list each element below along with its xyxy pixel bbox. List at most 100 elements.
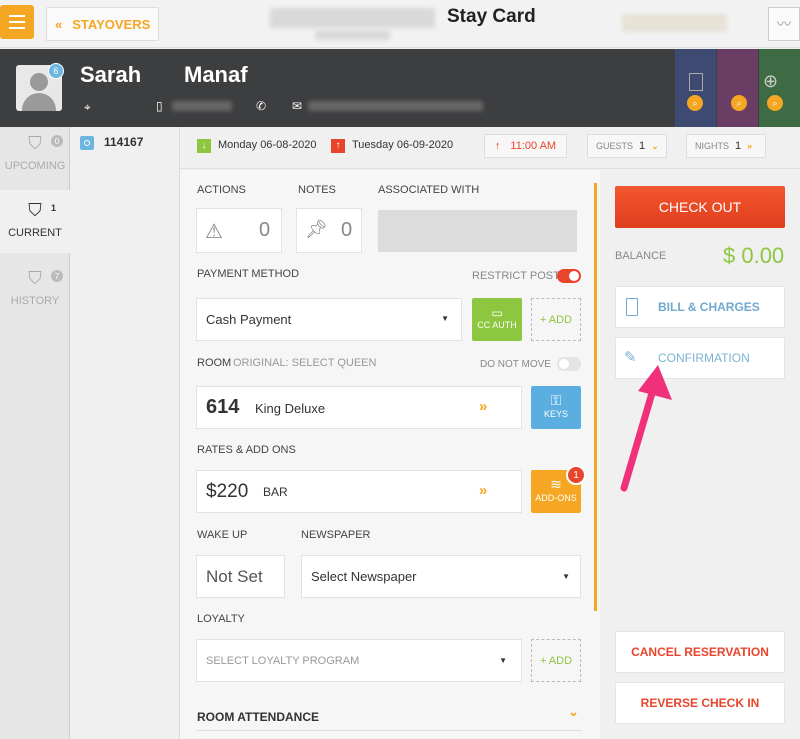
payment-method-select[interactable]: Cash Payment ▼	[196, 298, 462, 341]
wakeup-field[interactable]: Not Set	[196, 555, 285, 598]
menu-button[interactable]	[0, 5, 34, 39]
reverse-check-in-button[interactable]: REVERSE CHECK IN	[615, 682, 785, 724]
cc-auth-label: CC AUTH	[477, 320, 517, 330]
key-icon: ⚿	[550, 392, 562, 408]
user-info-redacted	[622, 14, 727, 32]
rate-amount: $220	[206, 481, 249, 502]
addons-count-badge: 1	[566, 465, 586, 485]
actions-label: ACTIONS	[197, 184, 246, 196]
arrival-arrow-icon: ↓	[197, 139, 211, 153]
globe-icon: ⊕	[763, 71, 779, 91]
mobile-phone-icon: ▯	[156, 99, 163, 113]
arrival-date[interactable]: Monday 06-08-2020	[218, 139, 316, 151]
newspaper-label: NEWSPAPER	[301, 529, 371, 541]
location-icon: ⌖	[84, 100, 91, 114]
associated-box[interactable]	[378, 210, 577, 252]
rates-label: RATES & ADD ONS	[197, 444, 296, 456]
departure-arrow-icon: ↑	[331, 139, 345, 153]
guest-last-name[interactable]: Manaf	[184, 62, 248, 88]
room-original: ORIGINAL: SELECT QUEEN	[233, 357, 377, 369]
page-title: Stay Card	[447, 6, 536, 27]
nights-selector[interactable]: NIGHTS 1 »	[686, 134, 766, 158]
do-not-move-toggle[interactable]	[557, 357, 581, 371]
bill-charges-label: BILL & CHARGES	[658, 300, 760, 314]
loyalty-label: LOYALTY	[197, 613, 245, 625]
card-preferences[interactable]: ⌕	[717, 49, 758, 127]
nights-value: 1	[735, 140, 742, 152]
notes-count: 0	[341, 219, 353, 241]
add-loyalty-button[interactable]: + ADD	[531, 639, 581, 682]
hotel-sub-redacted	[315, 30, 390, 40]
sidebar-label: HISTORY	[10, 295, 60, 307]
keys-button[interactable]: ⚿ KEYS	[531, 386, 581, 429]
cancel-reservation-button[interactable]: CANCEL RESERVATION	[615, 631, 785, 673]
card-documents[interactable]: ⌕	[675, 49, 716, 127]
keys-label: KEYS	[543, 409, 568, 419]
mobile-redacted	[172, 101, 232, 111]
balance-value: $ 0.00	[723, 243, 785, 268]
chevron-down-icon: ⌄	[651, 140, 659, 151]
sidebar-label: UPCOMING	[4, 160, 66, 172]
dropdown-caret-icon: ▼	[499, 656, 507, 665]
sidebar-count: 1	[51, 203, 57, 213]
newspaper-value: Select Newspaper	[311, 569, 417, 584]
bill-charges-button[interactable]: BILL & CHARGES	[615, 286, 785, 328]
search-icon: ⌕	[731, 95, 747, 111]
cc-auth-button[interactable]: ▭ CC AUTH	[472, 298, 522, 341]
back-label: STAYOVERS	[72, 16, 151, 32]
nights-label: NIGHTS	[695, 141, 730, 151]
double-chevron-left-icon: «	[55, 16, 63, 32]
sidebar-item-current[interactable]: ⛉ CURRENT	[0, 200, 70, 239]
rate-selector[interactable]: $220 BAR »	[196, 470, 522, 513]
guest-first-name[interactable]: Sarah	[80, 62, 141, 88]
activity-icon: 〰	[777, 16, 791, 32]
sidebar-label: CURRENT	[8, 227, 62, 239]
check-out-button[interactable]: CHECK OUT	[615, 186, 785, 228]
bed-icon: ⛉	[28, 200, 42, 220]
chevron-right-icon: »	[479, 482, 488, 499]
payment-label: PAYMENT METHOD	[197, 268, 300, 280]
departure-date[interactable]: Tuesday 06-09-2020	[352, 139, 453, 151]
calculator-icon	[626, 298, 638, 316]
add-payment-button[interactable]: + ADD	[531, 298, 581, 341]
room-label: ROOM	[197, 357, 232, 369]
card-globe[interactable]: ⊕ ⌕	[759, 49, 800, 127]
hotel-name-redacted	[270, 8, 435, 28]
newspaper-select[interactable]: Select Newspaper ▼	[301, 555, 581, 598]
departure-time[interactable]: ↑ 11:00 AM	[484, 134, 567, 158]
pink-arrow-annotation	[620, 365, 672, 492]
notes-label: NOTES	[298, 184, 336, 196]
guests-label: GUESTS	[596, 141, 634, 151]
dropdown-caret-icon: ▼	[562, 572, 570, 581]
chevron-down-icon[interactable]: ⌄	[568, 704, 579, 720]
balance-label: BALANCE	[615, 250, 667, 262]
reservation-number[interactable]: 114167	[104, 135, 143, 149]
dropdown-caret-icon: ▼	[441, 314, 449, 323]
search-icon: ⌕	[767, 95, 783, 111]
restrict-post-toggle[interactable]	[557, 269, 581, 283]
chevron-right-icon: »	[479, 398, 488, 415]
guests-value: 1	[639, 140, 646, 152]
back-button[interactable]: « STAYOVERS	[46, 7, 159, 41]
associated-label: ASSOCIATED WITH	[378, 184, 480, 196]
reservation-status-icon	[80, 136, 94, 150]
room-type: King Deluxe	[255, 401, 326, 416]
reservation-column	[70, 127, 180, 739]
section-indicator	[594, 183, 597, 611]
sidebar-count: 0	[51, 135, 63, 147]
phone-icon: ✆	[256, 99, 267, 113]
guests-selector[interactable]: GUESTS 1 ⌄	[587, 134, 667, 158]
email-icon: ✉	[292, 99, 303, 113]
do-not-move-label: DO NOT MOVE	[480, 359, 551, 370]
loyalty-placeholder: SELECT LOYALTY PROGRAM	[206, 654, 360, 667]
wakeup-label: WAKE UP	[197, 529, 248, 541]
restrict-post-label: RESTRICT POST	[472, 270, 560, 282]
room-selector[interactable]: 614 King Deluxe »	[196, 386, 522, 429]
notes-box[interactable]: 📌︎ 0	[296, 208, 362, 253]
actions-count: 0	[259, 219, 271, 241]
loyalty-select[interactable]: SELECT LOYALTY PROGRAM ▼	[196, 639, 522, 682]
activity-button[interactable]: 〰	[768, 7, 800, 41]
rate-code: BAR	[263, 485, 288, 499]
actions-box[interactable]: ⚠ 0	[196, 208, 282, 253]
alert-icon: ⚠	[205, 221, 223, 243]
